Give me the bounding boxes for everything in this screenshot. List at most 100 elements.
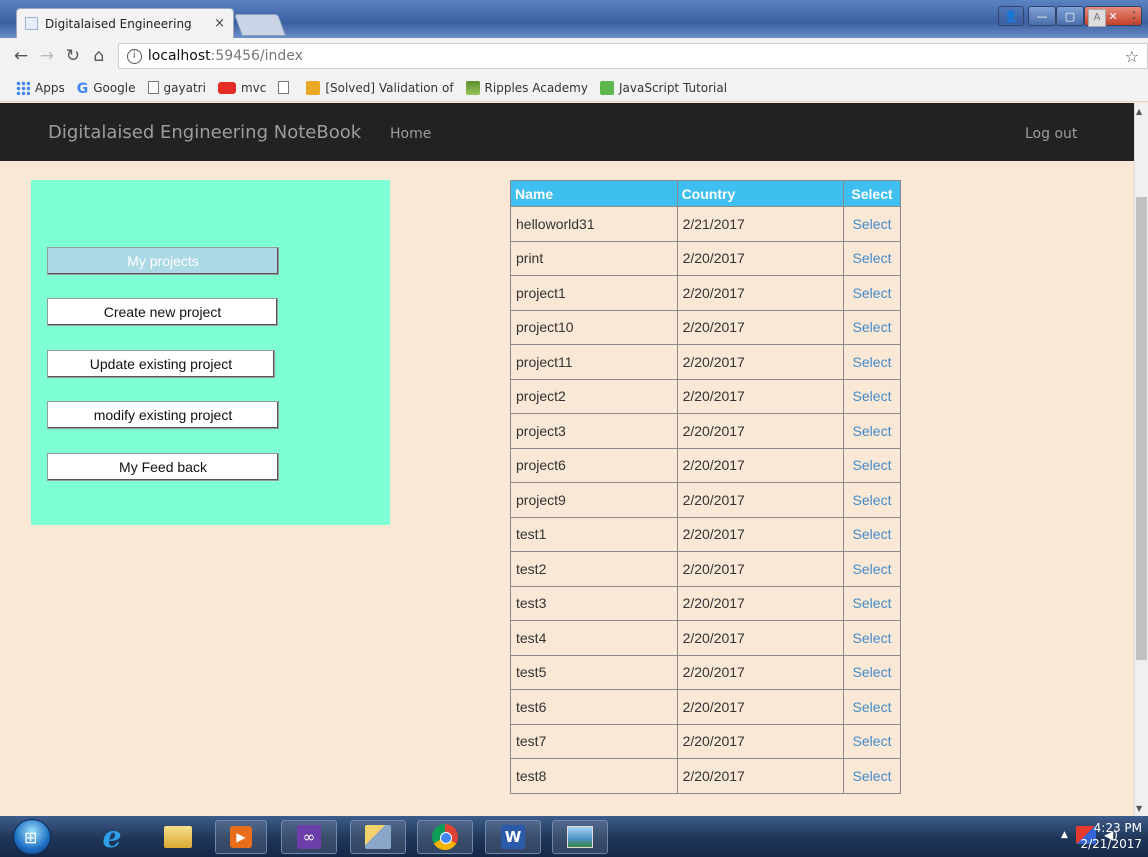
select-link[interactable]: Select <box>843 620 901 656</box>
site-brand-link[interactable]: Digitalaised Engineering NoteBook <box>48 122 361 143</box>
tools-icon[interactable] <box>350 820 406 854</box>
bookmark-label: JavaScript Tutorial <box>618 80 728 95</box>
select-link[interactable]: Select <box>843 551 901 587</box>
visual-studio-icon[interactable]: ∞ <box>281 820 337 854</box>
project-name-cell: project10 <box>510 309 678 345</box>
bookmark-label: [Solved] Validation of <box>325 80 454 95</box>
apps-grid-icon <box>16 80 30 95</box>
scrollbar-thumb[interactable] <box>1136 197 1147 660</box>
reload-icon[interactable]: ↻ <box>60 46 86 66</box>
project-name-cell: test7 <box>510 723 678 759</box>
media-player-icon[interactable]: ▶ <box>215 820 267 854</box>
bookmark-google[interactable]: G Google <box>76 80 136 97</box>
select-link[interactable]: Select <box>843 482 901 518</box>
clock-time: 4:23 PM <box>1093 821 1142 835</box>
table-row: test5 2/20/2017 Select <box>510 654 901 690</box>
forward-icon[interactable]: → <box>34 46 60 66</box>
select-link[interactable]: Select <box>843 206 901 242</box>
address-bar[interactable]: i localhost:59456/index ☆ <box>117 43 1148 69</box>
project-name-cell: project1 <box>510 275 678 311</box>
project-name-cell: test2 <box>510 551 678 587</box>
scroll-down-arrow-icon[interactable]: ▼ <box>1136 804 1142 813</box>
modify-existing-project-button[interactable]: modify existing project <box>47 401 279 429</box>
browser-tab[interactable]: Digitalaised Engineering × <box>16 8 234 38</box>
system-clock[interactable]: 4:23 PM 2/21/2017 <box>1078 820 1148 852</box>
table-row: helloworld31 2/21/2017 Select <box>510 206 901 242</box>
project-date-cell: 2/20/2017 <box>676 482 845 518</box>
select-link[interactable]: Select <box>843 723 901 759</box>
bookmark-mvc[interactable]: mvc <box>217 80 267 95</box>
show-hidden-icons-arrow-icon[interactable]: ▲ <box>1061 830 1068 840</box>
page-favicon-icon <box>25 17 38 30</box>
word-icon[interactable]: W <box>485 820 541 854</box>
project-date-cell: 2/20/2017 <box>676 309 845 345</box>
table-row: project9 2/20/2017 Select <box>510 482 901 518</box>
create-new-project-button[interactable]: Create new project <box>47 298 278 326</box>
bookmark-apps[interactable]: Apps <box>16 80 65 95</box>
project-name-cell: project11 <box>510 344 678 380</box>
my-projects-button[interactable]: My projects <box>47 247 279 275</box>
maximize-button[interactable]: ▢ <box>1056 6 1084 26</box>
select-link[interactable]: Select <box>843 240 901 276</box>
bookmarks-bar: Apps G Google gayatri mvc [Solved] Valida… <box>0 74 1148 102</box>
table-row: test7 2/20/2017 Select <box>510 723 901 759</box>
select-link[interactable]: Select <box>843 585 901 621</box>
project-date-cell: 2/20/2017 <box>676 551 845 587</box>
home-icon[interactable]: ⌂ <box>86 46 112 66</box>
internet-explorer-icon[interactable]: e <box>86 820 138 855</box>
select-link[interactable]: Select <box>843 689 901 725</box>
page-icon <box>147 81 159 94</box>
update-existing-project-button[interactable]: Update existing project <box>47 350 275 378</box>
logout-link[interactable]: Log out <box>1025 126 1077 142</box>
bookmark-star-icon[interactable]: ☆ <box>1125 47 1139 66</box>
project-date-cell: 2/20/2017 <box>676 723 845 759</box>
user-profile-icon[interactable]: 👤 <box>998 6 1024 26</box>
project-date-cell: 2/20/2017 <box>676 378 845 414</box>
file-explorer-icon[interactable] <box>150 820 206 854</box>
project-name-cell: print <box>510 240 678 276</box>
browser-menu-icon[interactable]: ⋮ <box>1126 8 1142 27</box>
select-link[interactable]: Select <box>843 654 901 690</box>
start-button[interactable]: ⊞ <box>13 819 51 855</box>
bookmark-label: Ripples Academy <box>484 80 588 95</box>
new-tab-button[interactable] <box>233 14 287 36</box>
minimize-button[interactable]: — <box>1028 6 1056 26</box>
select-link[interactable]: Select <box>843 309 901 345</box>
select-link[interactable]: Select <box>843 344 901 380</box>
project-name-cell: helloworld31 <box>510 206 678 242</box>
select-link[interactable]: Select <box>843 516 901 552</box>
bookmark-label: mvc <box>240 80 267 95</box>
site-info-icon[interactable]: i <box>126 48 142 64</box>
project-name-cell: test6 <box>510 689 678 725</box>
codeproject-icon <box>306 80 321 95</box>
bookmark-untitled[interactable] <box>278 81 294 94</box>
select-link[interactable]: Select <box>843 378 901 414</box>
chrome-icon[interactable] <box>417 820 473 854</box>
project-menu-panel: My projects Create new project Update ex… <box>31 180 390 525</box>
my-feedback-button[interactable]: My Feed back <box>47 453 279 481</box>
project-name-cell: project3 <box>510 413 678 449</box>
table-row: project1 2/20/2017 Select <box>510 275 901 311</box>
table-row: project3 2/20/2017 Select <box>510 413 901 449</box>
project-name-cell: test5 <box>510 654 678 690</box>
bookmark-ripples-academy[interactable]: Ripples Academy <box>465 80 588 95</box>
scroll-up-arrow-icon[interactable]: ▲ <box>1136 107 1142 116</box>
google-icon: G <box>76 80 89 97</box>
bookmark-label: Apps <box>35 80 65 95</box>
back-icon[interactable]: ← <box>8 46 34 66</box>
project-name-cell: project2 <box>510 378 678 414</box>
nav-home-link[interactable]: Home <box>390 126 431 142</box>
select-link[interactable]: Select <box>843 413 901 449</box>
bookmark-gayatri[interactable]: gayatri <box>147 81 206 95</box>
project-date-cell: 2/21/2017 <box>676 206 845 242</box>
tab-close-icon[interactable]: × <box>214 16 225 31</box>
select-link[interactable]: Select <box>843 275 901 311</box>
photo-viewer-icon[interactable] <box>552 820 608 854</box>
bookmark-javascript-tutorial[interactable]: JavaScript Tutorial <box>599 80 728 95</box>
select-link[interactable]: Select <box>843 758 901 794</box>
select-link[interactable]: Select <box>843 447 901 483</box>
bookmark-solved-validation[interactable]: [Solved] Validation of <box>306 80 454 95</box>
column-header-country: Country <box>676 180 845 207</box>
extension-icon[interactable]: A <box>1088 9 1106 27</box>
table-row: project6 2/20/2017 Select <box>510 447 901 483</box>
